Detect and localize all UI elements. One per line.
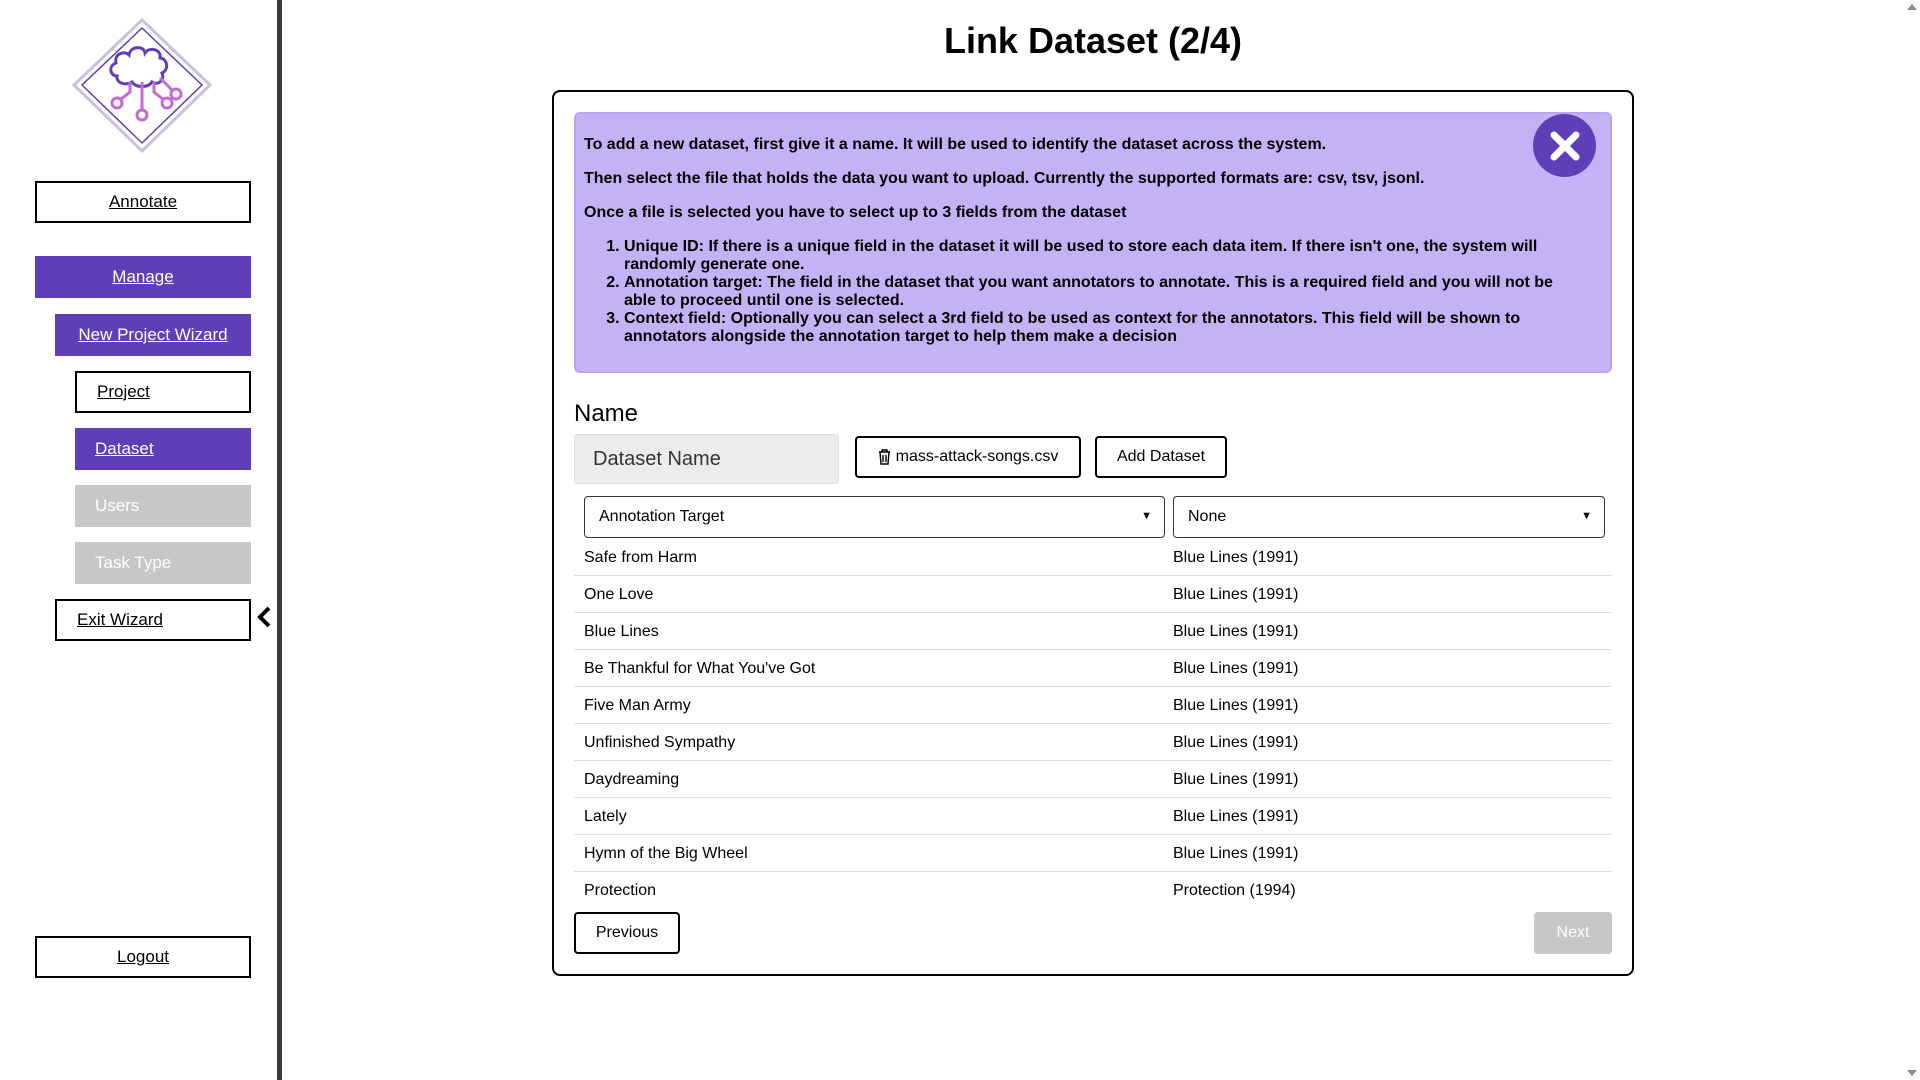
info-text: To add a new dataset, first give it a na… — [584, 136, 1327, 153]
table-row: Safe from Harm Blue Lines (1991) — [574, 539, 1612, 576]
annotation-target-select[interactable]: Annotation Target ▼ — [584, 496, 1165, 538]
info-panel: To add a new dataset, first give it a na… — [574, 112, 1612, 373]
target-cell: Daydreaming — [584, 771, 680, 788]
context-cell: Blue Lines (1991) — [1173, 845, 1299, 862]
dropdown-arrow-icon: ▼ — [1581, 510, 1592, 522]
table-row: Unfinished Sympathy Blue Lines (1991) — [574, 724, 1612, 761]
context-cell: Blue Lines (1991) — [1173, 623, 1299, 640]
context-cell: Blue Lines (1991) — [1173, 771, 1299, 788]
context-cell: Blue Lines (1991) — [1173, 808, 1299, 825]
dataset-card: To add a new dataset, first give it a na… — [552, 90, 1634, 976]
table-row: Daydreaming Blue Lines (1991) — [574, 761, 1612, 798]
next-button: Next — [1534, 912, 1612, 954]
context-cell: Protection (1994) — [1173, 882, 1296, 899]
context-cell: Blue Lines (1991) — [1173, 549, 1299, 566]
collapse-chevron-icon[interactable] — [255, 602, 273, 632]
manage-button[interactable]: Manage — [35, 256, 251, 298]
sidebar: Annotate Manage New Project Wizard Proje… — [0, 0, 282, 1080]
context-cell: Blue Lines (1991) — [1173, 586, 1299, 603]
target-cell: Blue Lines — [584, 623, 659, 640]
target-cell: Protection — [584, 882, 657, 899]
target-cell: Lately — [584, 808, 627, 825]
select-value: None — [1188, 508, 1227, 525]
new-project-wizard-button[interactable]: New Project Wizard — [55, 314, 251, 356]
info-text: Then select the file that holds the data… — [584, 170, 1425, 187]
select-value: Annotation Target — [599, 508, 725, 525]
info-list-item: Unique ID: If there is a unique field in… — [624, 238, 1584, 274]
info-list-item: Annotation target: The field in the data… — [624, 274, 1584, 310]
table-row: Blue Lines Blue Lines (1991) — [574, 613, 1612, 650]
previous-button[interactable]: Previous — [574, 912, 680, 954]
table-row: Five Man Army Blue Lines (1991) — [574, 687, 1612, 724]
table-row: Be Thankful for What You've Got Blue Line… — [574, 650, 1612, 687]
dropdown-arrow-icon: ▼ — [1141, 510, 1152, 522]
wizard-step-users: Users — [75, 485, 251, 527]
close-info-button[interactable] — [1533, 114, 1596, 177]
file-name: mass-attack-songs.csv — [895, 448, 1059, 465]
context-cell: Blue Lines (1991) — [1173, 660, 1299, 677]
brain-logo-icon — [71, 17, 213, 154]
table-row: Protection Protection (1994) — [574, 872, 1612, 908]
info-list-item: Context field: Optionally you can select… — [624, 310, 1584, 346]
context-cell: Blue Lines (1991) — [1173, 697, 1299, 714]
exit-wizard-button[interactable]: Exit Wizard — [55, 599, 251, 641]
table-row: Hymn of the Big Wheel Blue Lines (1991) — [574, 835, 1612, 872]
scrollbar[interactable] — [1903, 0, 1920, 1080]
table-row: One Love Blue Lines (1991) — [574, 576, 1612, 613]
target-cell: Hymn of the Big Wheel — [584, 845, 748, 862]
wizard-step-project[interactable]: Project — [75, 371, 251, 413]
preview-table: Safe from Harm Blue Lines (1991) One Love… — [574, 539, 1612, 908]
table-row: Lately Blue Lines (1991) — [574, 798, 1612, 835]
target-cell: Be Thankful for What You've Got — [584, 660, 816, 677]
context-field-select[interactable]: None ▼ — [1173, 496, 1605, 538]
dataset-name-input[interactable] — [574, 434, 839, 484]
target-cell: Safe from Harm — [584, 549, 697, 566]
name-label: Name — [574, 400, 639, 427]
file-select-button[interactable]: mass-attack-songs.csv — [855, 436, 1081, 478]
info-list: Unique ID: If there is a unique field in… — [584, 238, 1584, 346]
info-text: Once a file is selected you have to sele… — [584, 204, 1127, 221]
scroll-up-icon[interactable] — [1907, 4, 1917, 10]
target-cell: One Love — [584, 586, 654, 603]
context-cell: Blue Lines (1991) — [1173, 734, 1299, 751]
trash-icon — [878, 449, 891, 465]
scroll-down-icon[interactable] — [1907, 1070, 1917, 1076]
close-icon — [1550, 131, 1579, 160]
wizard-step-task-type: Task Type — [75, 542, 251, 584]
wizard-step-dataset[interactable]: Dataset — [75, 428, 251, 470]
page-title: Link Dataset (2/4) — [943, 20, 1243, 61]
logout-button[interactable]: Logout — [35, 936, 251, 978]
target-cell: Five Man Army — [584, 697, 691, 714]
target-cell: Unfinished Sympathy — [584, 734, 736, 751]
annotate-button[interactable]: Annotate — [35, 181, 251, 223]
add-dataset-button[interactable]: Add Dataset — [1095, 436, 1227, 478]
